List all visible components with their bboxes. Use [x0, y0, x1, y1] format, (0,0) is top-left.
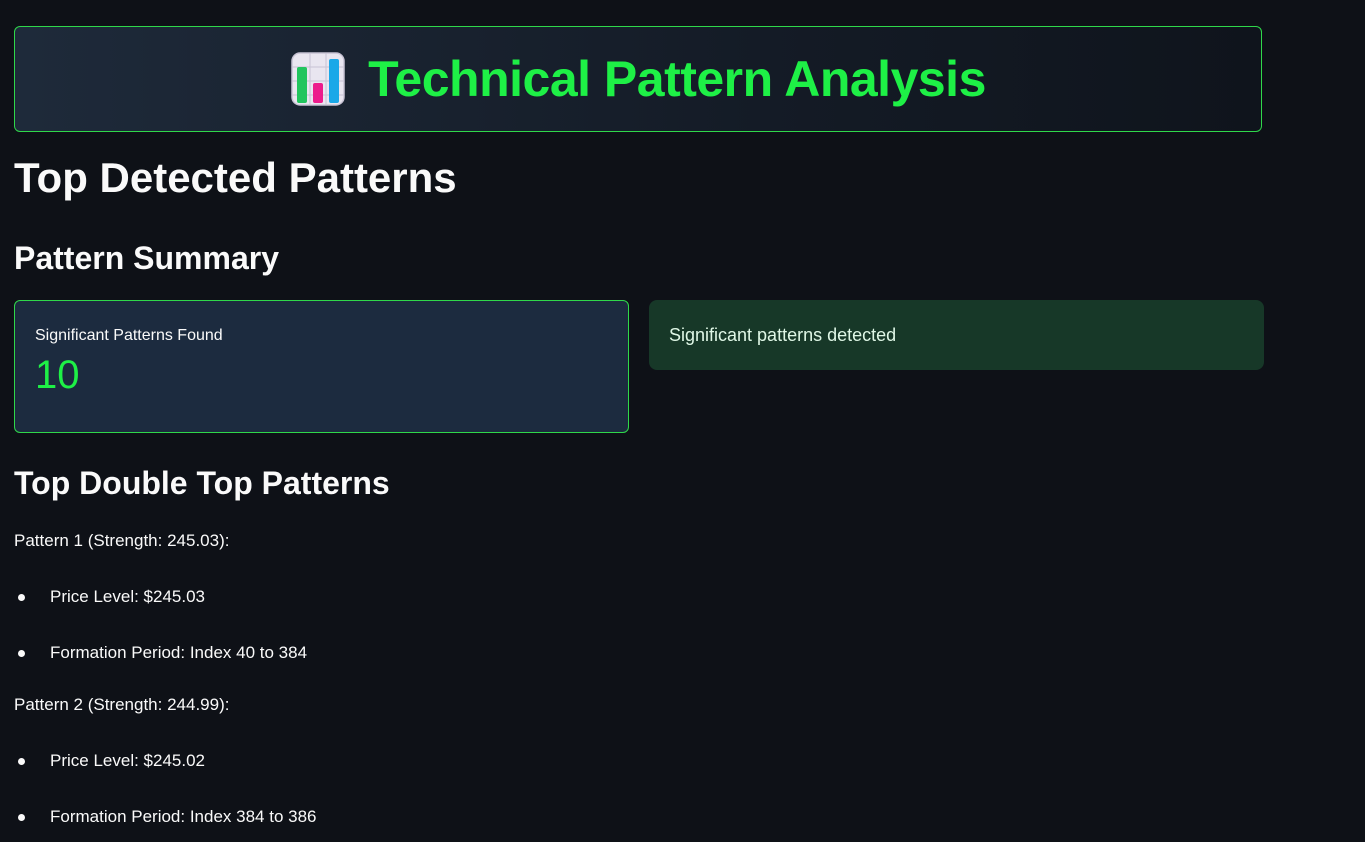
section-heading: Top Double Top Patterns [14, 465, 390, 501]
pattern-title: Pattern 2 (Strength: 244.99): [14, 695, 230, 714]
list-item: Price Level: $245.03 [14, 587, 205, 607]
price-level: Price Level: $245.02 [50, 751, 205, 770]
bullet-icon [18, 593, 25, 601]
bullet-icon [18, 813, 25, 821]
pattern-title: Pattern 1 (Strength: 245.03): [14, 531, 230, 550]
metric-card: Significant Patterns Found 10 [14, 300, 629, 433]
list-item: Formation Period: Index 384 to 386 [14, 807, 317, 827]
formation-period: Formation Period: Index 40 to 384 [50, 643, 308, 662]
formation-period: Formation Period: Index 384 to 386 [50, 807, 317, 826]
app-title: Technical Pattern Analysis [368, 51, 986, 107]
bullet-icon [18, 757, 25, 765]
success-alert: Significant patterns detected [649, 300, 1264, 370]
metric-value: 10 [35, 353, 80, 397]
bar-chart-icon [291, 52, 345, 106]
page-title: Top Detected Patterns [14, 154, 457, 201]
alert-message: Significant patterns detected [669, 324, 897, 345]
metric-label: Significant Patterns Found [35, 327, 223, 344]
bullet-icon [18, 649, 25, 657]
list-item: Formation Period: Index 40 to 384 [14, 643, 307, 663]
list-item: Price Level: $245.02 [14, 751, 205, 771]
app-page: Technical Pattern Analysis Top Detected … [0, 0, 1365, 842]
summary-heading: Pattern Summary [14, 240, 279, 276]
price-level: Price Level: $245.03 [50, 587, 205, 606]
header-banner: Technical Pattern Analysis [14, 26, 1262, 132]
